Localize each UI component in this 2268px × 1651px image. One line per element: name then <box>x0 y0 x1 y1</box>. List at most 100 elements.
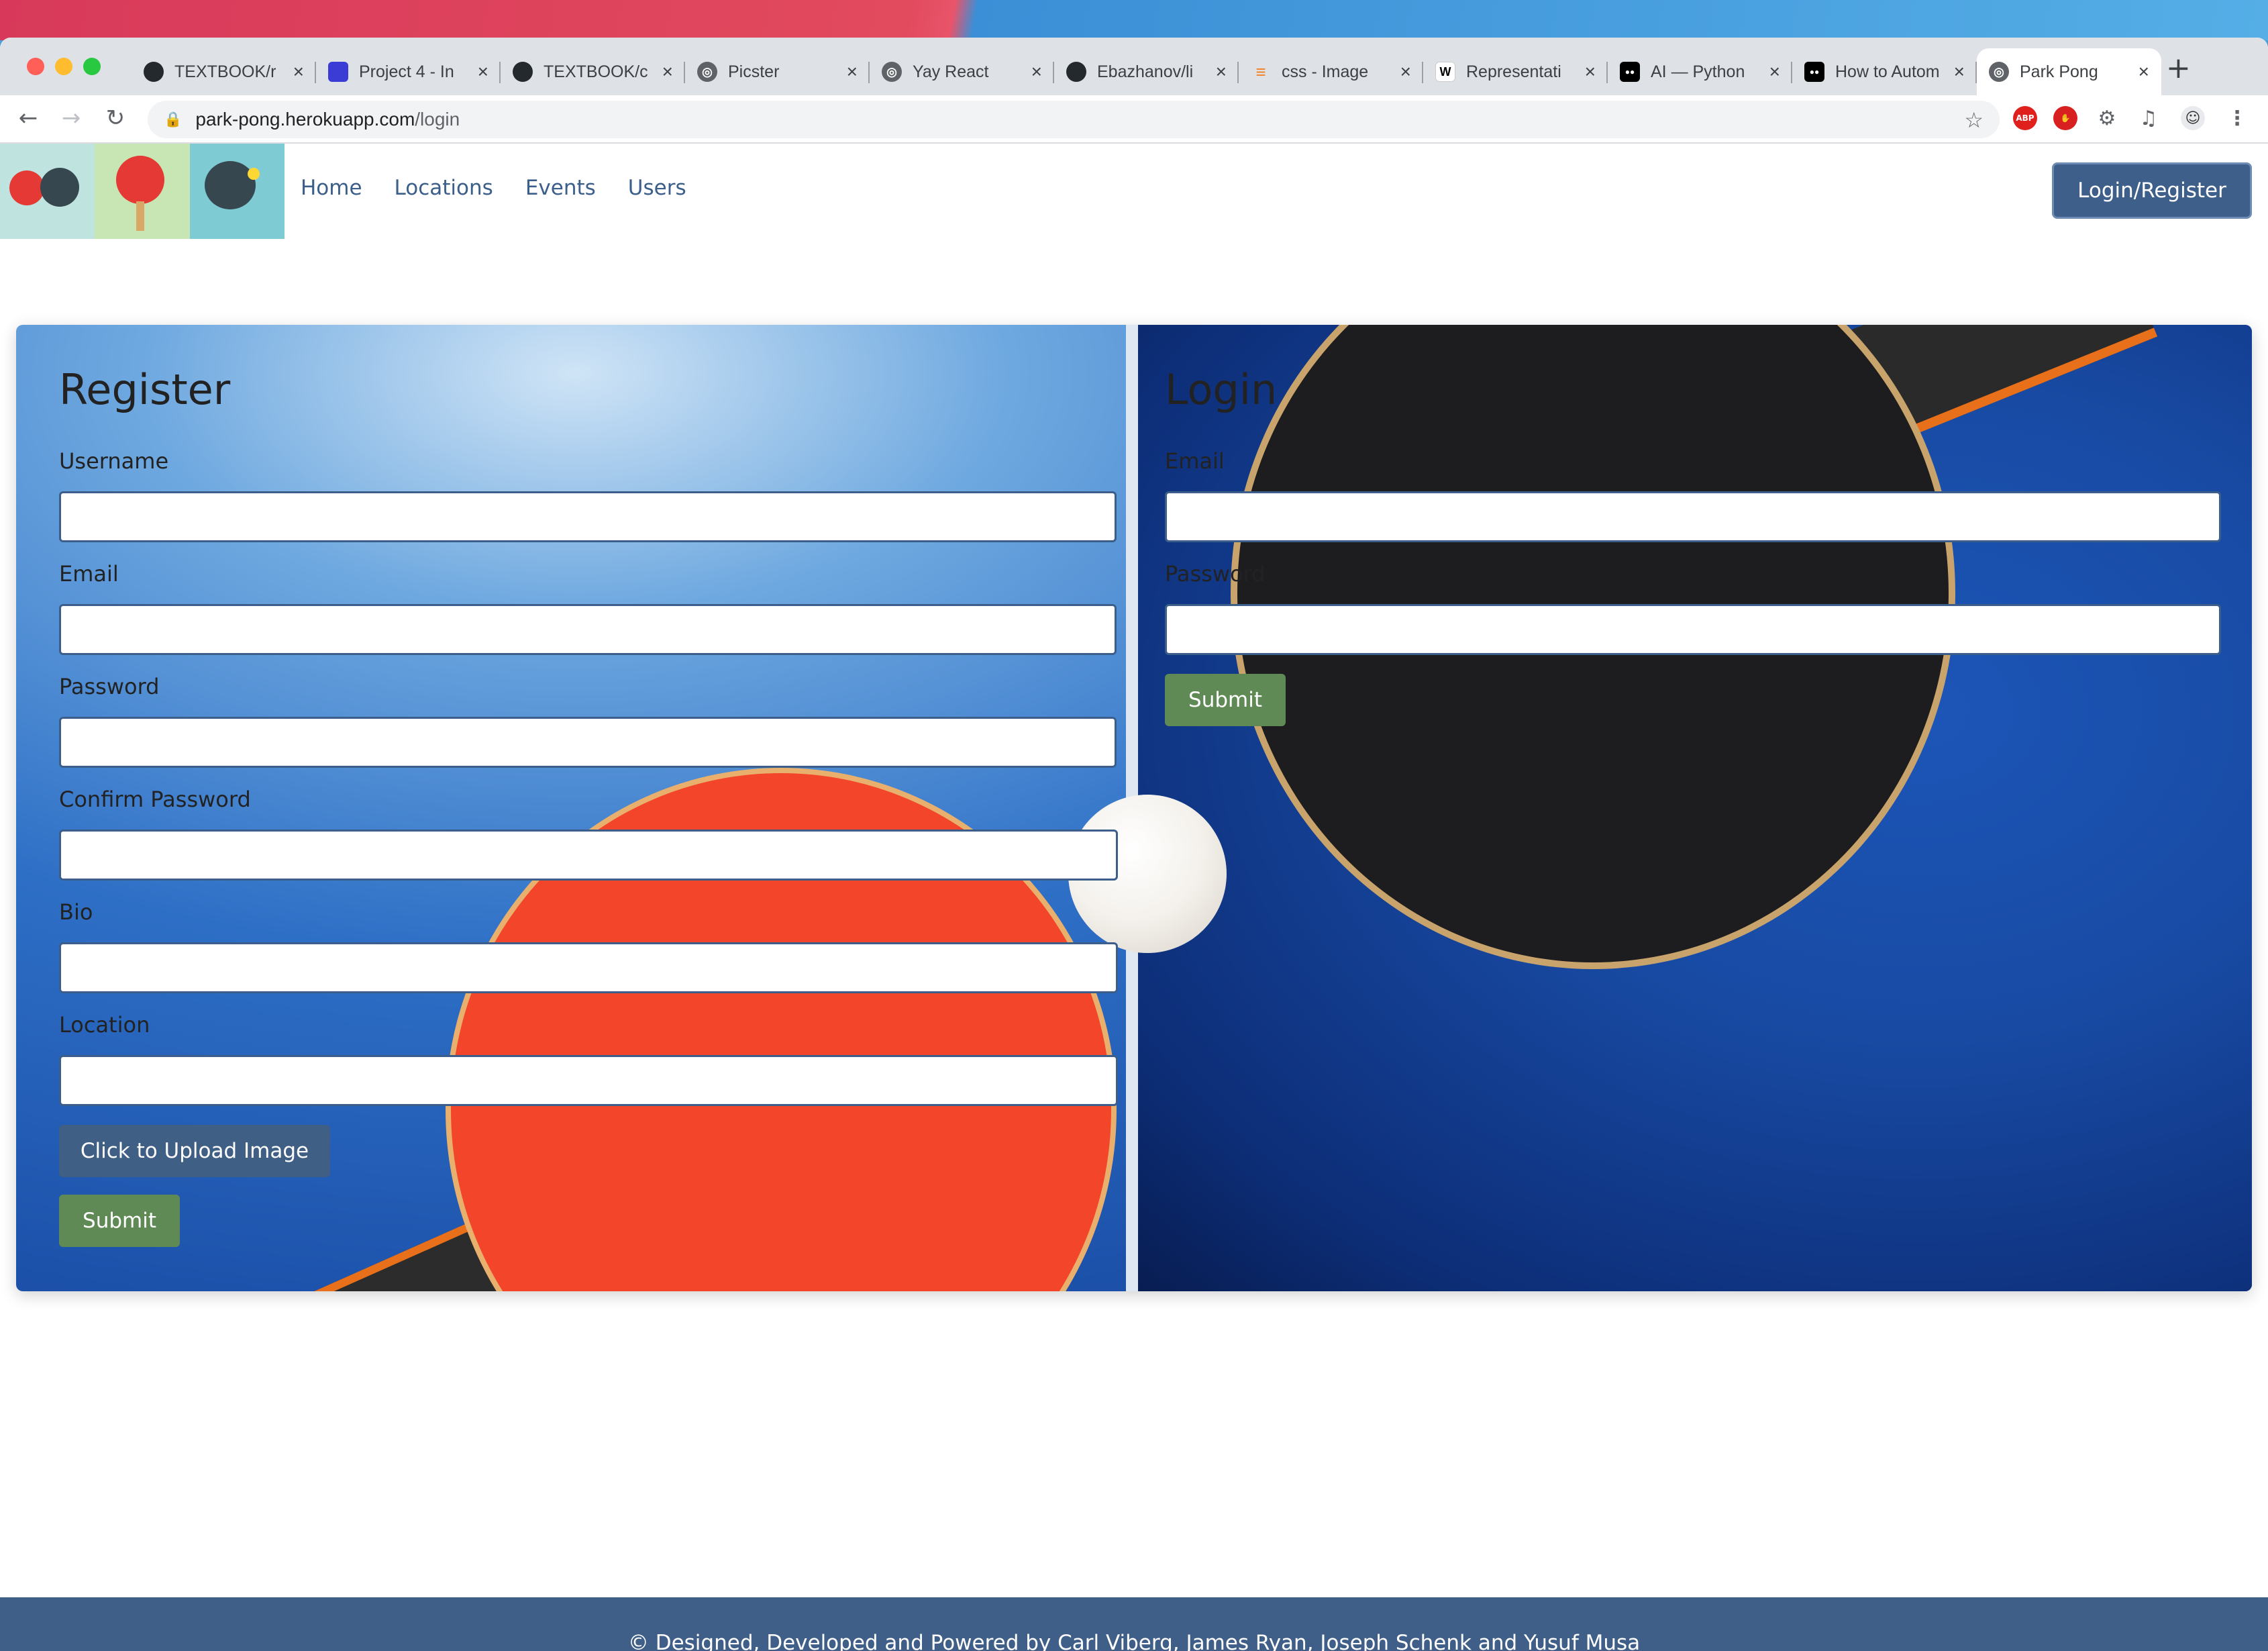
close-tab-icon[interactable]: × <box>478 61 488 83</box>
close-tab-icon[interactable]: × <box>847 61 858 83</box>
footer-credits: © Designed, Developed and Powered by Car… <box>627 1631 1641 1651</box>
nav-locations-link[interactable]: Locations <box>395 176 493 200</box>
url-host: park-pong.herokuapp.com <box>195 109 415 130</box>
profile-avatar[interactable]: ☺ <box>2181 106 2205 130</box>
browser-tab[interactable]: W Representati × <box>1423 48 1608 95</box>
register-submit-button[interactable]: Submit <box>59 1195 180 1247</box>
password-label: Password <box>59 674 160 699</box>
close-tab-icon[interactable]: × <box>1216 61 1227 83</box>
forward-arrow-icon[interactable]: → <box>56 105 86 132</box>
stop-icon[interactable]: ✋ <box>2053 106 2077 130</box>
browser-toolbar: ← → ↻ 🔒 park-pong.herokuapp.com/login ☆ … <box>0 95 2268 144</box>
close-tab-icon[interactable]: × <box>1769 61 1780 83</box>
login-title: Login <box>1165 365 1278 414</box>
tab-title: css - Image <box>1282 62 1369 81</box>
project-icon <box>328 62 348 82</box>
bookmark-star-icon[interactable]: ☆ <box>1964 107 1983 133</box>
globe-icon: ◎ <box>1989 62 2009 82</box>
page-content: Home Locations Events Users Login/Regist… <box>0 144 2268 1651</box>
login-register-button[interactable]: Login/Register <box>2052 162 2252 219</box>
bio-field[interactable] <box>59 942 1118 993</box>
wikipedia-icon: W <box>1435 62 1455 82</box>
login-email-label: Email <box>1165 448 1225 474</box>
location-field[interactable] <box>59 1055 1118 1106</box>
minimize-window-button[interactable] <box>55 58 72 75</box>
browser-tab[interactable]: ◎ Park Pong × <box>1977 48 2161 95</box>
tab-title: Project 4 - In <box>359 62 454 81</box>
login-password-label: Password <box>1165 561 1266 587</box>
tab-strip: TEXTBOOK/r × Project 4 - In × TEXTBOOK/c × ◎ Pi… <box>0 38 2268 95</box>
close-tab-icon[interactable]: × <box>2138 61 2149 83</box>
globe-icon: ◎ <box>697 62 717 82</box>
extensions-icon[interactable]: ⚙ <box>2095 106 2119 130</box>
tab-title: How to Autom <box>1835 62 1940 81</box>
tab-title: TEXTBOOK/c <box>544 62 648 81</box>
browser-tab[interactable]: TEXTBOOK/c × <box>501 48 685 95</box>
new-tab-button[interactable]: + <box>2166 51 2191 85</box>
lock-icon: 🔒 <box>164 111 183 128</box>
tab-title: TEXTBOOK/r <box>174 62 276 81</box>
browser-window: TEXTBOOK/r × Project 4 - In × TEXTBOOK/c × ◎ Pi… <box>0 38 2268 1651</box>
browser-tab[interactable]: ≡ css - Image × <box>1239 48 1423 95</box>
location-label: Location <box>59 1012 150 1038</box>
tab-title: Yay React <box>913 62 989 81</box>
upload-image-button[interactable]: Click to Upload Image <box>59 1125 330 1177</box>
nav-home-link[interactable]: Home <box>301 176 362 200</box>
tab-title: Picster <box>728 62 780 81</box>
nav-users-link[interactable]: Users <box>628 176 686 200</box>
browser-tab[interactable]: Ebazhanov/li × <box>1054 48 1239 95</box>
tab-title: Representati <box>1466 62 1561 81</box>
reload-icon[interactable]: ↻ <box>101 105 130 132</box>
confirm-password-field[interactable] <box>59 830 1118 881</box>
login-email-field[interactable] <box>1165 491 2221 542</box>
github-icon <box>513 62 533 82</box>
site-footer: © Designed, Developed and Powered by Car… <box>0 1597 2268 1651</box>
browser-tab[interactable]: ◎ Yay React × <box>870 48 1054 95</box>
browser-tab[interactable]: ●● AI — Python × <box>1608 48 1792 95</box>
browser-tab[interactable]: TEXTBOOK/r × <box>132 48 316 95</box>
nav-events-link[interactable]: Events <box>525 176 596 200</box>
browser-tab[interactable]: ◎ Picster × <box>685 48 870 95</box>
login-submit-button[interactable]: Submit <box>1165 674 1286 726</box>
close-tab-icon[interactable]: × <box>1031 61 1042 83</box>
confirm-password-label: Confirm Password <box>59 787 251 812</box>
close-tab-icon[interactable]: × <box>1954 61 1965 83</box>
paddle-icon <box>189 144 285 239</box>
medium-icon: ●● <box>1804 62 1824 82</box>
register-email-field[interactable] <box>59 604 1117 655</box>
github-icon <box>1066 62 1086 82</box>
tabs: TEXTBOOK/r × Project 4 - In × TEXTBOOK/c × ◎ Pi… <box>132 48 2161 95</box>
email-label: Email <box>59 561 119 587</box>
close-tab-icon[interactable]: × <box>662 61 673 83</box>
browser-tab[interactable]: ●● How to Autom × <box>1792 48 1977 95</box>
navbar: Home Locations Events Users Login/Regist… <box>0 144 2268 240</box>
adblock-icon[interactable]: ABP <box>2013 106 2037 130</box>
medium-icon: ●● <box>1620 62 1640 82</box>
close-tab-icon[interactable]: × <box>293 61 304 83</box>
username-field[interactable] <box>59 491 1117 542</box>
register-password-field[interactable] <box>59 717 1117 768</box>
nav-links: Home Locations Events Users <box>301 176 686 200</box>
site-logo[interactable] <box>0 144 285 239</box>
browser-tab[interactable]: Project 4 - In × <box>316 48 501 95</box>
stackoverflow-icon: ≡ <box>1255 61 1266 82</box>
back-arrow-icon[interactable]: ← <box>13 105 43 132</box>
media-icon[interactable]: ♫ <box>2136 106 2161 130</box>
bio-label: Bio <box>59 899 93 925</box>
menu-kebab-icon[interactable]: ⋮ <box>2225 106 2249 130</box>
paddle-icon <box>0 144 95 239</box>
address-bar[interactable]: 🔒 park-pong.herokuapp.com/login ☆ <box>148 101 2000 138</box>
tab-title: AI — Python <box>1651 62 1745 81</box>
close-window-button[interactable] <box>27 58 44 75</box>
register-panel: Register Username Email Password Confirm… <box>16 325 1126 1291</box>
close-tab-icon[interactable]: × <box>1400 61 1411 83</box>
globe-icon: ◎ <box>882 62 902 82</box>
github-icon <box>144 62 164 82</box>
tab-title: Park Pong <box>2020 62 2098 81</box>
login-password-field[interactable] <box>1165 604 2221 655</box>
desktop-background <box>0 0 2268 40</box>
close-tab-icon[interactable]: × <box>1585 61 1596 83</box>
maximize-window-button[interactable] <box>83 58 101 75</box>
paddle-icon <box>95 144 190 239</box>
register-title: Register <box>59 365 231 414</box>
